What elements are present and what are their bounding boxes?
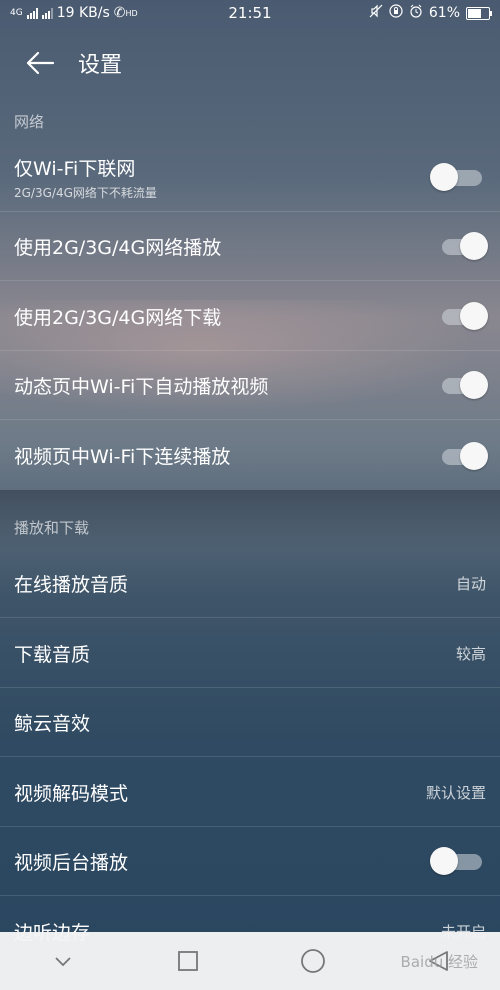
setting-wifi-only[interactable]: 仅Wi-Fi下联网 2G/3G/4G网络下不耗流量 [0,143,500,212]
setting-label: 使用2G/3G/4G网络播放 [14,236,222,259]
nav-home-button[interactable] [293,941,333,981]
arrow-left-icon [26,51,55,75]
page-title: 设置 [78,53,123,78]
chevron-down-icon [54,957,71,967]
mobile-play-toggle[interactable] [438,232,488,260]
alarm-icon [409,4,423,22]
app-bar: 设置 [0,38,500,88]
setting-label: 视频页中Wi-Fi下连续播放 [14,446,231,468]
setting-value: 自动 [455,574,486,593]
continuous-play-toggle[interactable] [438,441,488,470]
setting-label: 使用2G/3G/4G网络下载 [14,306,222,329]
setting-sublabel: 2G/3G/4G网络下不耗流量 [14,185,157,200]
nav-collapse-button[interactable] [43,941,83,981]
setting-label: 鲸云音效 [14,712,91,735]
square-icon [177,951,198,971]
setting-mobile-download[interactable]: 使用2G/3G/4G网络下载 [0,282,500,351]
back-button[interactable] [18,41,62,85]
section-header-playback: 播放和下载 [14,519,90,537]
nav-recents-button[interactable] [168,941,208,981]
setting-label: 视频后台播放 [14,851,129,874]
mobile-download-toggle[interactable] [438,302,488,330]
setting-download-quality[interactable]: 下载音质 较高 [0,619,500,688]
battery-icon [466,6,492,20]
baidu-watermark: Baidu 经验 [401,951,478,972]
setting-mobile-play[interactable]: 使用2G/3G/4G网络播放 [0,212,500,281]
setting-label: 视频解码模式 [14,782,129,805]
section-header-network: 网络 [14,113,45,131]
watermark-text: Baidu 经验 [400,953,478,971]
battery-percent: 61% [428,5,460,21]
setting-label: 在线播放音质 [14,573,129,596]
setting-label: 下载音质 [14,643,91,666]
autoplay-feed-toggle[interactable] [438,371,488,399]
setting-continuous-play[interactable]: 视频页中Wi-Fi下连续播放 [0,421,500,490]
setting-background-video[interactable]: 视频后台播放 [0,827,500,896]
setting-value: 较高 [455,644,486,663]
background-video-toggle[interactable] [430,847,486,875]
setting-online-quality[interactable]: 在线播放音质 自动 [0,549,500,618]
wifi-only-toggle[interactable] [430,163,486,191]
lock-rotation-icon [389,4,403,22]
setting-label: 动态页中Wi-Fi下自动播放视频 [14,375,269,398]
setting-sound-effect[interactable]: 鲸云音效 [0,688,500,757]
setting-value: 默认设置 [425,783,486,802]
setting-label: 仅Wi-Fi下联网 [14,157,136,180]
setting-autoplay-feed-video[interactable]: 动态页中Wi-Fi下自动播放视频 [0,351,500,420]
mute-icon [369,4,383,22]
setting-video-decode[interactable]: 视频解码模式 默认设置 [0,758,500,827]
circle-icon [300,949,325,973]
status-bar: 4G 19 KB/s ✆ HD 21:51 61% [0,0,500,26]
